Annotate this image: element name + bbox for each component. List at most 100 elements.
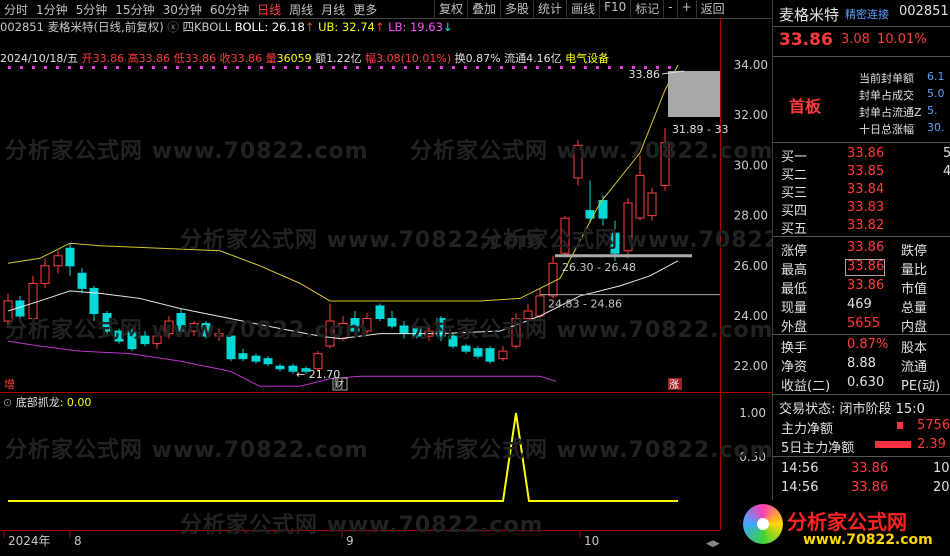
level-label-2: 24.83 - 24.86: [548, 298, 622, 311]
watermark: 分析家公式网 www.70822.com: [410, 139, 774, 164]
dot-marker: [140, 66, 143, 69]
x-axis-label: 2024年: [8, 534, 51, 548]
boll-value: BOLL: 26.18: [234, 20, 305, 34]
y-axis-label: 28.00: [734, 209, 768, 223]
stat2-row: 净资 8.88 流通: [781, 356, 928, 375]
buy-row: 买五 33.82: [781, 218, 885, 237]
flow-bar: [897, 422, 903, 429]
candle-body: [238, 353, 248, 360]
dot-marker: [524, 66, 527, 69]
dot-marker: [512, 66, 515, 69]
candle-body: [647, 192, 657, 217]
dot-marker: [272, 66, 275, 69]
lb-value: LB: 19.63: [388, 20, 443, 34]
candle-body: [461, 345, 471, 352]
dot-marker: [620, 66, 623, 69]
dot-marker: [596, 66, 599, 69]
dot-marker: [332, 66, 335, 69]
stat2-row: 收益(二) 0.630 PE(动): [781, 375, 941, 394]
scroll-icon: ◀▶: [706, 539, 720, 549]
y-axis-label: 22.00: [734, 359, 768, 373]
tick-row: 14:56 33.86 10: [781, 461, 950, 476]
dot-marker: [188, 66, 191, 69]
concept-tag[interactable]: 精密连接: [845, 6, 889, 22]
dot-marker: [572, 66, 575, 69]
candle-body: [263, 358, 273, 365]
dot-marker: [500, 66, 503, 69]
price-change: 3.08: [841, 32, 870, 47]
dot-marker: [560, 66, 563, 69]
x-axis-label: 8: [74, 534, 82, 548]
candle-body: [40, 265, 50, 284]
dot-marker: [296, 66, 299, 69]
sub-y-label: 1.00: [739, 406, 766, 420]
dot-marker: [284, 66, 287, 69]
dot-marker: [164, 66, 167, 69]
dot-marker: [260, 66, 263, 69]
dot-marker: [200, 66, 203, 69]
stock-code: 002851: [0, 20, 44, 34]
highlight-box: [845, 259, 885, 276]
logo: 分析家公式网 www.70822.com: [741, 500, 950, 556]
last-price: 33.86: [779, 30, 833, 50]
candle-body: [89, 287, 99, 314]
candle-body: [275, 365, 285, 370]
stat2-row: 换手 0.87% 股本: [781, 337, 928, 356]
tick-row: 14:56 33.86 20: [781, 480, 950, 495]
dot-marker: [428, 66, 431, 69]
candle-body: [77, 272, 87, 289]
dot-marker: [128, 66, 131, 69]
dot-marker: [404, 66, 407, 69]
panel-stock-name: 麦格米特: [779, 6, 840, 24]
dot-marker: [236, 66, 239, 69]
dot-marker: [344, 66, 347, 69]
dot-marker: [224, 66, 227, 69]
candle-body: [473, 348, 483, 357]
candle-body: [251, 355, 261, 362]
watermark: 分析家公式网 www.70822.com: [5, 318, 369, 343]
dot-marker: [152, 66, 155, 69]
dot-marker: [668, 66, 671, 69]
y-axis-label: 32.00: [734, 108, 768, 122]
dot-marker: [116, 66, 119, 69]
dot-marker: [368, 66, 371, 69]
dot-marker: [68, 66, 71, 69]
stat-row: 现量 469 总量: [781, 297, 928, 316]
watermark: 分析家公式网 www.70822.com: [410, 438, 774, 463]
flow-row: 主力净额 5756: [781, 418, 950, 437]
watermark: 分析家公式网 www.70822.com: [5, 139, 369, 164]
flow-bar: [875, 441, 911, 448]
zeng-marker: 增: [4, 377, 15, 391]
sub-indicator-label[interactable]: ⊙ 底部抓龙: 0.00: [3, 394, 91, 410]
indicator-name[interactable]: 四KBOLL: [183, 20, 232, 34]
close-icon[interactable]: ⓧ: [167, 20, 179, 34]
dot-marker: [80, 66, 83, 69]
dot-marker: [20, 66, 23, 69]
candle-body: [313, 353, 323, 370]
dot-marker: [452, 66, 455, 69]
watermark: 分析家公式网 www.70822.com: [410, 318, 774, 343]
y-axis-label: 26.00: [734, 259, 768, 273]
dot-marker: [104, 66, 107, 69]
candle-body: [485, 348, 495, 362]
dot-marker: [392, 66, 395, 69]
candle-body: [548, 262, 558, 297]
dot-marker: [92, 66, 95, 69]
dot-marker: [476, 66, 479, 69]
kline-chart[interactable]: 34.0032.0030.0028.0026.0024.0022.0026.30…: [0, 0, 772, 556]
watermark: 分析家公式网 www.70822.com: [180, 513, 544, 538]
watermark: 分析家公式网 www.70822.com: [5, 438, 369, 463]
candle-body: [375, 305, 385, 320]
dot-marker: [212, 66, 215, 69]
dot-marker: [248, 66, 251, 69]
dot-marker: [380, 66, 383, 69]
buy-row: 买四 33.83: [781, 200, 885, 219]
dot-marker: [56, 66, 59, 69]
buy-row: 买一 33.86 5: [781, 146, 950, 165]
panel-stock-code: 002851: [899, 4, 949, 19]
chart-title: 002851 麦格米特(日线,前复权) ⓧ 四KBOLL BOLL: 26.18…: [0, 20, 453, 34]
stat-row: 最低 33.86 市值: [781, 278, 928, 297]
candle-body: [399, 325, 409, 335]
stock-name: 麦格米特(日线,前复权): [47, 20, 164, 34]
level-label-1: 26.30 - 26.48: [562, 261, 636, 274]
